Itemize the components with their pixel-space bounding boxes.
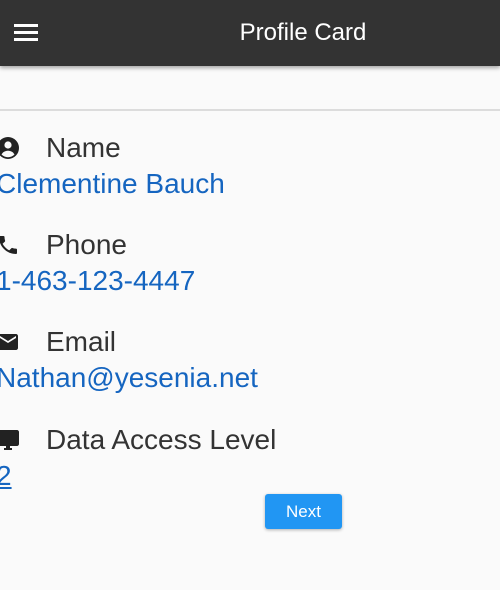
app-bar: Profile Card bbox=[0, 0, 500, 66]
email-icon bbox=[0, 334, 18, 350]
divider bbox=[0, 109, 500, 111]
phone-icon bbox=[0, 236, 17, 254]
phone-value: 1-463-123-4447 bbox=[0, 265, 196, 296]
monitor-icon bbox=[0, 430, 19, 450]
next-button[interactable]: Next bbox=[265, 494, 342, 529]
phone-label: Phone bbox=[46, 229, 127, 260]
email-label: Email bbox=[46, 326, 117, 357]
access-level-value[interactable]: 2 bbox=[0, 458, 12, 494]
account-circle-icon bbox=[0, 137, 19, 159]
email-value: Nathan@yesenia.net bbox=[0, 362, 258, 393]
name-value: Clementine Bauch bbox=[0, 168, 225, 199]
page-title: Profile Card bbox=[239, 19, 367, 46]
name-label: Name bbox=[46, 132, 121, 163]
access-level-label: Data Access Level bbox=[46, 424, 277, 455]
